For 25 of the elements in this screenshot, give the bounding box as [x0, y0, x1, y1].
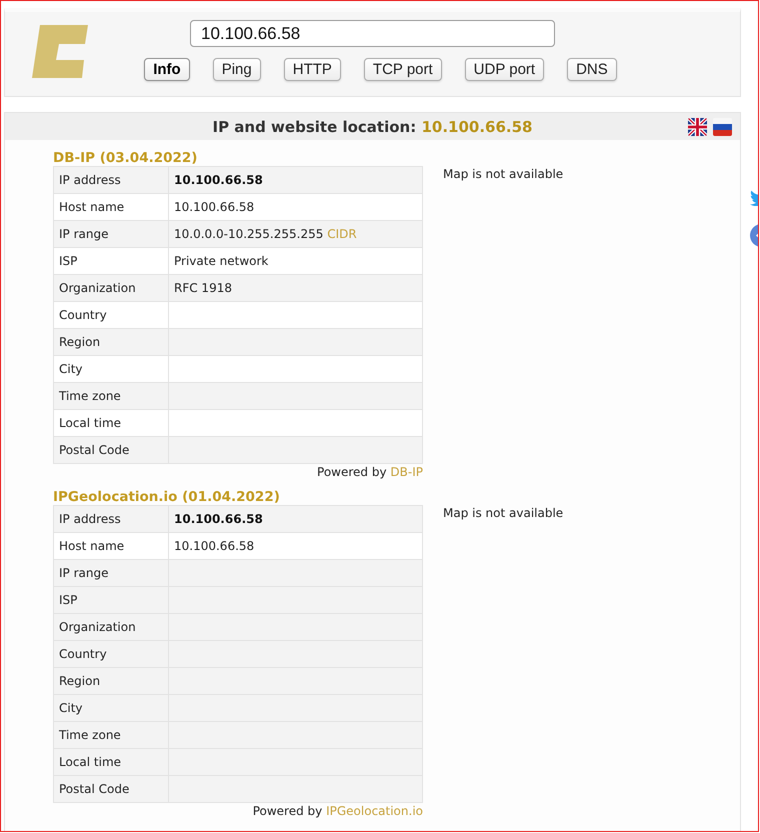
label-cell: Postal Code [54, 776, 168, 802]
map-note: Map is not available [442, 505, 564, 521]
label-cell: Postal Code [54, 436, 168, 464]
circle-arrow-icon[interactable] [750, 224, 758, 247]
source-title: IPGeolocation.io (01.04.2022) [53, 489, 281, 505]
credit-text: Powered by DB-IP [316, 464, 423, 480]
value-cell: 10.100.66.58 [168, 506, 422, 532]
tool-button[interactable]: UDP port [464, 58, 544, 81]
tool-button[interactable]: HTTP [284, 58, 341, 81]
label-cell: IP address [54, 166, 168, 194]
uk-flag-icon[interactable] [688, 118, 707, 136]
label-cell: IP address [54, 506, 168, 532]
credit-text: Powered by IPGeolocation.io [252, 803, 423, 819]
tool-button[interactable]: Ping [212, 58, 261, 81]
search-field[interactable]: 10.100.66.58 [190, 20, 555, 47]
value-text: 10.0.0.0-10.255.255.255 [174, 227, 324, 241]
section-title: IP and website location: 10.100.66.58 [212, 118, 532, 136]
bird-icon[interactable] [750, 188, 758, 206]
tool-button[interactable]: Info [144, 58, 190, 81]
source-title: DB-IP (03.04.2022) [53, 150, 198, 166]
value-cell: 10.100.66.58 [168, 166, 422, 194]
tool-button[interactable]: TCP port [364, 58, 442, 81]
map-note: Map is not available [442, 166, 564, 182]
russian-flag-icon[interactable] [713, 118, 732, 136]
tool-button[interactable]: DNS [567, 58, 617, 81]
